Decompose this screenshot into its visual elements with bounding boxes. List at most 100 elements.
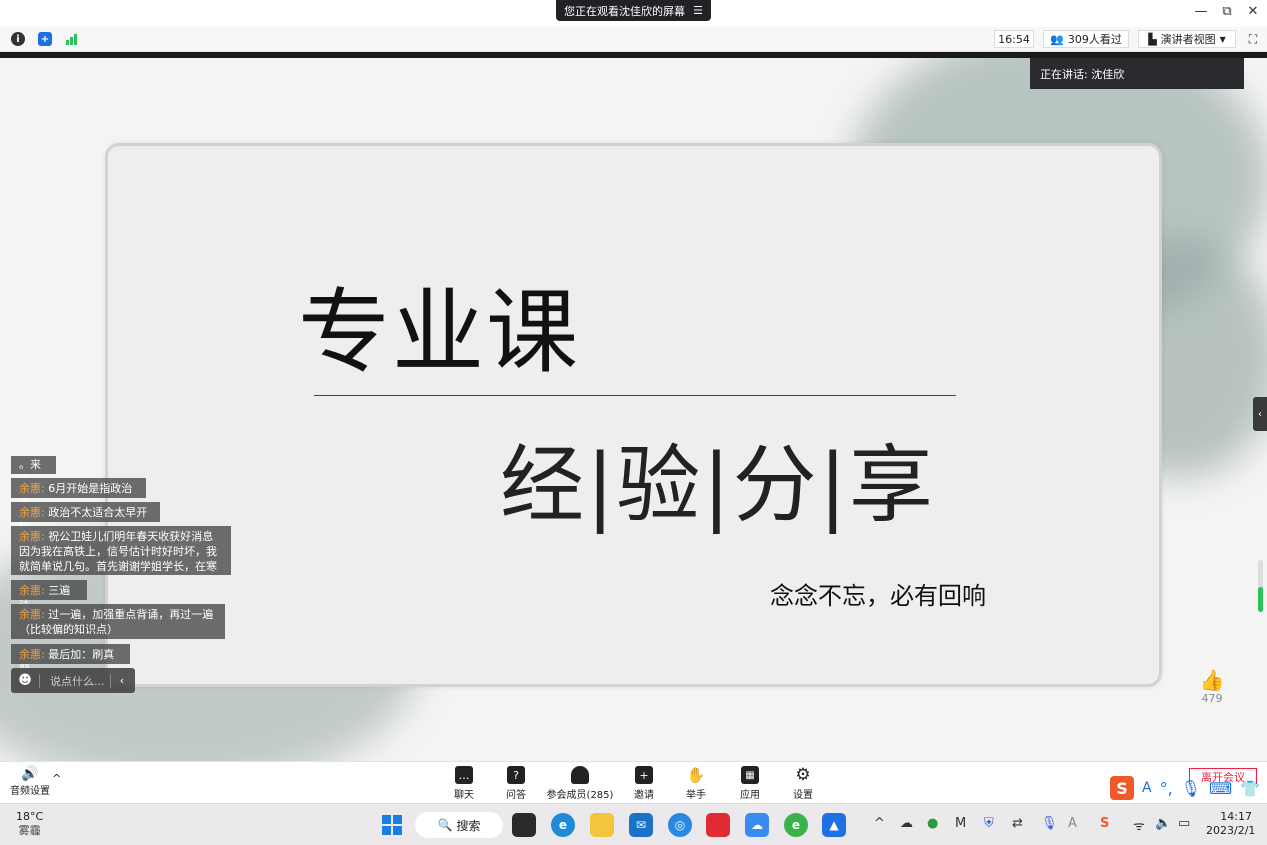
chat-label: 聊天 xyxy=(454,790,474,801)
view-mode-dropdown[interactable]: ▙ 演讲者视图 ▼ xyxy=(1138,30,1236,48)
screen-share-banner[interactable]: 您正在观看沈佳欣的屏幕 ☰ xyxy=(556,0,711,21)
chat-text: 过一遍，加强重点背诵，再过一遍（比较偏的知识点） xyxy=(19,608,214,636)
viewer-count[interactable]: 👥 309人看过 xyxy=(1043,30,1129,48)
ie-browser-icon[interactable]: e xyxy=(784,813,808,837)
file-explorer-icon[interactable] xyxy=(590,813,614,837)
chat-button[interactable]: … 聊天 xyxy=(450,766,478,801)
taskbar-search[interactable]: 🔍 搜索 xyxy=(415,812,503,838)
chat-text: 祝公卫娃儿们明年春天收获好消息 因为我在高铁上，信号估计时好时坏，我就简单说几句… xyxy=(19,530,217,573)
qa-button[interactable]: ? 问答 xyxy=(502,766,530,801)
chat-author: 余惠: xyxy=(19,506,45,519)
chat-author: 余惠: xyxy=(19,608,45,621)
meeting-app-icon[interactable]: ▲ xyxy=(822,813,846,837)
microphone-icon[interactable]: 🎙 xyxy=(1041,816,1058,831)
title-bar: 您正在观看沈佳欣的屏幕 ☰ — ⧉ ✕ xyxy=(0,0,1267,27)
weather-desc: 雾霾 xyxy=(18,824,41,837)
minimize-button[interactable]: — xyxy=(1192,4,1210,19)
chat-input[interactable]: ☻ 说点什么... ‹ xyxy=(11,668,135,693)
punctuation-icon[interactable]: °, xyxy=(1160,779,1173,798)
slide-rule xyxy=(314,395,956,396)
edge-browser-icon[interactable]: e xyxy=(551,813,575,837)
participants-button[interactable]: 参会成员(285) xyxy=(546,766,614,801)
menu-icon[interactable]: ☰ xyxy=(693,4,703,17)
close-button[interactable]: ✕ xyxy=(1244,4,1262,19)
taskbar-search-label: 搜索 xyxy=(456,818,481,833)
task-view-icon[interactable] xyxy=(512,813,536,837)
active-speaker-indicator: 正在讲话: 沈佳欣 xyxy=(1030,58,1244,89)
raise-hand-button[interactable]: ✋ 举手 xyxy=(682,766,710,801)
clock-time: 14:17 xyxy=(1220,810,1252,823)
app-tray-icon[interactable]: ● xyxy=(927,816,938,831)
clock-date: 2023/2/1 xyxy=(1206,824,1256,837)
invite-label: 邀请 xyxy=(634,790,654,801)
weather-temp: 18°C xyxy=(16,810,44,823)
audio-settings-button[interactable]: 🔊 音频设置 xyxy=(10,766,50,797)
like-button[interactable]: 👍 479 xyxy=(1196,668,1228,705)
leave-meeting-label: 离开会议 xyxy=(1201,771,1245,784)
viewer-count-label: 309人看过 xyxy=(1067,33,1122,46)
banner-text: 您正在观看沈佳欣的屏幕 xyxy=(564,4,686,18)
sogou-tray-icon[interactable]: S xyxy=(1100,816,1109,831)
chat-author: 余惠: xyxy=(19,530,45,543)
onedrive-icon[interactable]: ☁ xyxy=(900,816,913,831)
system-clock[interactable]: 14:17 2023/2/1 xyxy=(1206,810,1256,838)
side-panel-toggle[interactable]: ‹ xyxy=(1253,397,1267,431)
signal-icon[interactable] xyxy=(65,32,79,46)
chat-message: 余惠: 政治不太适合太早开始 xyxy=(11,502,160,534)
browser-icon[interactable]: ◎ xyxy=(668,813,692,837)
info-icon[interactable]: i xyxy=(11,32,25,46)
wifi-icon[interactable]: ᯤ xyxy=(1133,816,1145,834)
apps-button[interactable]: ▦ 应用 xyxy=(736,766,764,801)
thumbs-up-icon: 👍 xyxy=(1199,668,1225,692)
meeting-toolbar: 🔊 音频设置 ^ … 聊天 ? 问答 参会成员(285) + 邀请 ✋ 举手 ▦… xyxy=(0,761,1267,803)
chat-author: 余惠: xyxy=(19,482,45,495)
gear-icon: ⚙ xyxy=(795,765,811,785)
apps-label: 应用 xyxy=(740,790,760,801)
chat-message: 余惠: 三遍法 xyxy=(11,580,87,612)
meeting-info-bar: i + 16:54 👥 309人看过 ▙ 演讲者视图 ▼ ⛶ xyxy=(0,27,1267,52)
chat-message: 。来了 xyxy=(11,456,56,486)
emoji-icon[interactable]: ☻ xyxy=(11,673,39,688)
sogou-ime-icon[interactable]: S xyxy=(1110,776,1134,800)
sync-icon[interactable]: ⇄ xyxy=(1012,816,1023,831)
active-speaker-label: 正在讲话: 沈佳欣 xyxy=(1040,67,1125,81)
chat-author: 余惠: xyxy=(19,648,45,661)
chat-message: 余惠: 6月开始是指政治哈 xyxy=(11,478,146,510)
audio-settings-label: 音频设置 xyxy=(10,786,50,797)
volume-icon[interactable]: 🔈 xyxy=(1155,816,1171,831)
hand-icon: ✋ xyxy=(686,766,706,784)
participants-label: 参会成员(285) xyxy=(546,790,614,801)
leave-meeting-button[interactable]: 离开会议 xyxy=(1189,768,1257,784)
mail-icon[interactable]: ✉ xyxy=(629,813,653,837)
slide-card xyxy=(105,143,1162,687)
shared-slide: 专业课 经|验|分|享 念念不忘，必有回响 正在讲话: 沈佳欣 xyxy=(0,58,1267,761)
raise-hand-label: 举手 xyxy=(686,790,706,801)
language-icon[interactable]: A xyxy=(1142,780,1152,796)
chevron-up-icon[interactable]: ^ xyxy=(52,772,61,785)
apps-icon: ▦ xyxy=(741,766,759,784)
tray-app-icon[interactable]: M xyxy=(955,816,966,831)
search-icon: 🔍 xyxy=(437,818,453,832)
cloud-icon[interactable]: ☁ xyxy=(745,813,769,837)
settings-label: 设置 xyxy=(793,790,813,801)
collapse-chat-icon[interactable]: ‹ xyxy=(111,674,133,687)
app-gallery-icon[interactable] xyxy=(706,813,730,837)
weather-widget[interactable]: 18°C 雾霾 xyxy=(16,810,43,838)
like-count: 479 xyxy=(1201,692,1223,705)
participants-icon xyxy=(571,766,589,784)
shield-icon[interactable]: ⛨ xyxy=(984,816,994,831)
font-icon[interactable]: A xyxy=(1068,816,1077,831)
start-button[interactable] xyxy=(380,813,404,837)
chevron-up-icon[interactable]: ^ xyxy=(874,816,885,831)
speaker-icon: 🔊 xyxy=(21,766,39,782)
restore-button[interactable]: ⧉ xyxy=(1218,4,1236,19)
invite-button[interactable]: + 邀请 xyxy=(630,766,658,801)
security-shield-icon[interactable]: + xyxy=(38,32,52,46)
slide-motto: 念念不忘，必有回响 xyxy=(770,582,986,610)
qa-label: 问答 xyxy=(506,790,526,801)
battery-icon[interactable]: ▭ xyxy=(1178,816,1190,831)
settings-button[interactable]: ⚙ 设置 xyxy=(789,765,817,801)
fullscreen-icon[interactable]: ⛶ xyxy=(1246,32,1260,46)
slide-subtitle: 经|验|分|享 xyxy=(500,436,935,534)
chat-message: 余惠: 最后加：刷真题 xyxy=(11,644,130,676)
